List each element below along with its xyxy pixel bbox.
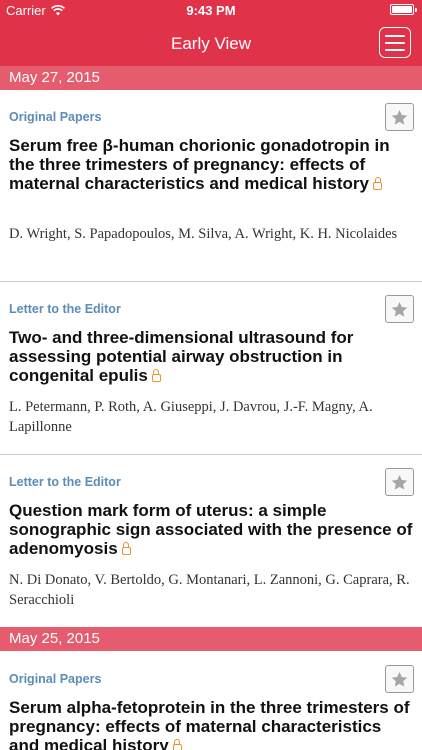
- article-authors: N. Di Donato, V. Bertoldo, G. Montanari,…: [9, 572, 410, 608]
- open-access-lock-icon: [172, 739, 182, 750]
- article-card[interactable]: Letter to the Editor Question mark form …: [0, 455, 422, 627]
- article-category: Original Papers: [9, 110, 102, 124]
- battery-icon: [390, 4, 417, 15]
- status-bar: Carrier 9:43 PM: [0, 0, 422, 22]
- page-title: Early View: [171, 34, 251, 53]
- open-access-lock-icon: [373, 177, 382, 190]
- status-time: 9:43 PM: [186, 3, 236, 18]
- article-card[interactable]: Original Papers Serum alpha-fetoprotein …: [0, 651, 422, 750]
- article-category: Letter to the Editor: [9, 302, 121, 316]
- star-icon: [391, 671, 408, 687]
- favorite-star-button[interactable]: [385, 665, 414, 693]
- article-authors: L. Petermann, P. Roth, A. Giuseppi, J. D…: [9, 399, 373, 435]
- article-title[interactable]: Question mark form of uterus: a simple s…: [9, 501, 414, 558]
- star-icon: [391, 301, 408, 317]
- hamburger-menu-icon[interactable]: [379, 27, 411, 58]
- article-category: Original Papers: [9, 672, 102, 686]
- article-card[interactable]: Original Papers Serum free β-human chori…: [0, 90, 422, 282]
- article-category: Letter to the Editor: [9, 475, 121, 489]
- open-access-lock-icon: [121, 542, 131, 555]
- article-card[interactable]: Letter to the Editor Two- and three-dime…: [0, 282, 422, 455]
- article-title[interactable]: Serum free β-human chorionic gonadotropi…: [9, 136, 414, 193]
- open-access-lock-icon: [151, 369, 161, 382]
- article-title[interactable]: Two- and three-dimensional ultrasound fo…: [9, 328, 414, 385]
- star-icon: [391, 474, 408, 490]
- section-header-date: May 27, 2015: [0, 66, 422, 90]
- star-icon: [391, 109, 408, 125]
- favorite-star-button[interactable]: [385, 103, 414, 131]
- favorite-star-button[interactable]: [385, 468, 414, 496]
- nav-bar: Carrier 9:43 PM Early View: [0, 0, 422, 66]
- article-title[interactable]: Serum alpha-fetoprotein in the three tri…: [9, 698, 414, 750]
- section-header-date: May 25, 2015: [0, 627, 422, 651]
- article-authors: D. Wright, S. Papadopoulos, M. Silva, A.…: [9, 226, 398, 242]
- status-right: [390, 4, 417, 15]
- favorite-star-button[interactable]: [385, 295, 414, 323]
